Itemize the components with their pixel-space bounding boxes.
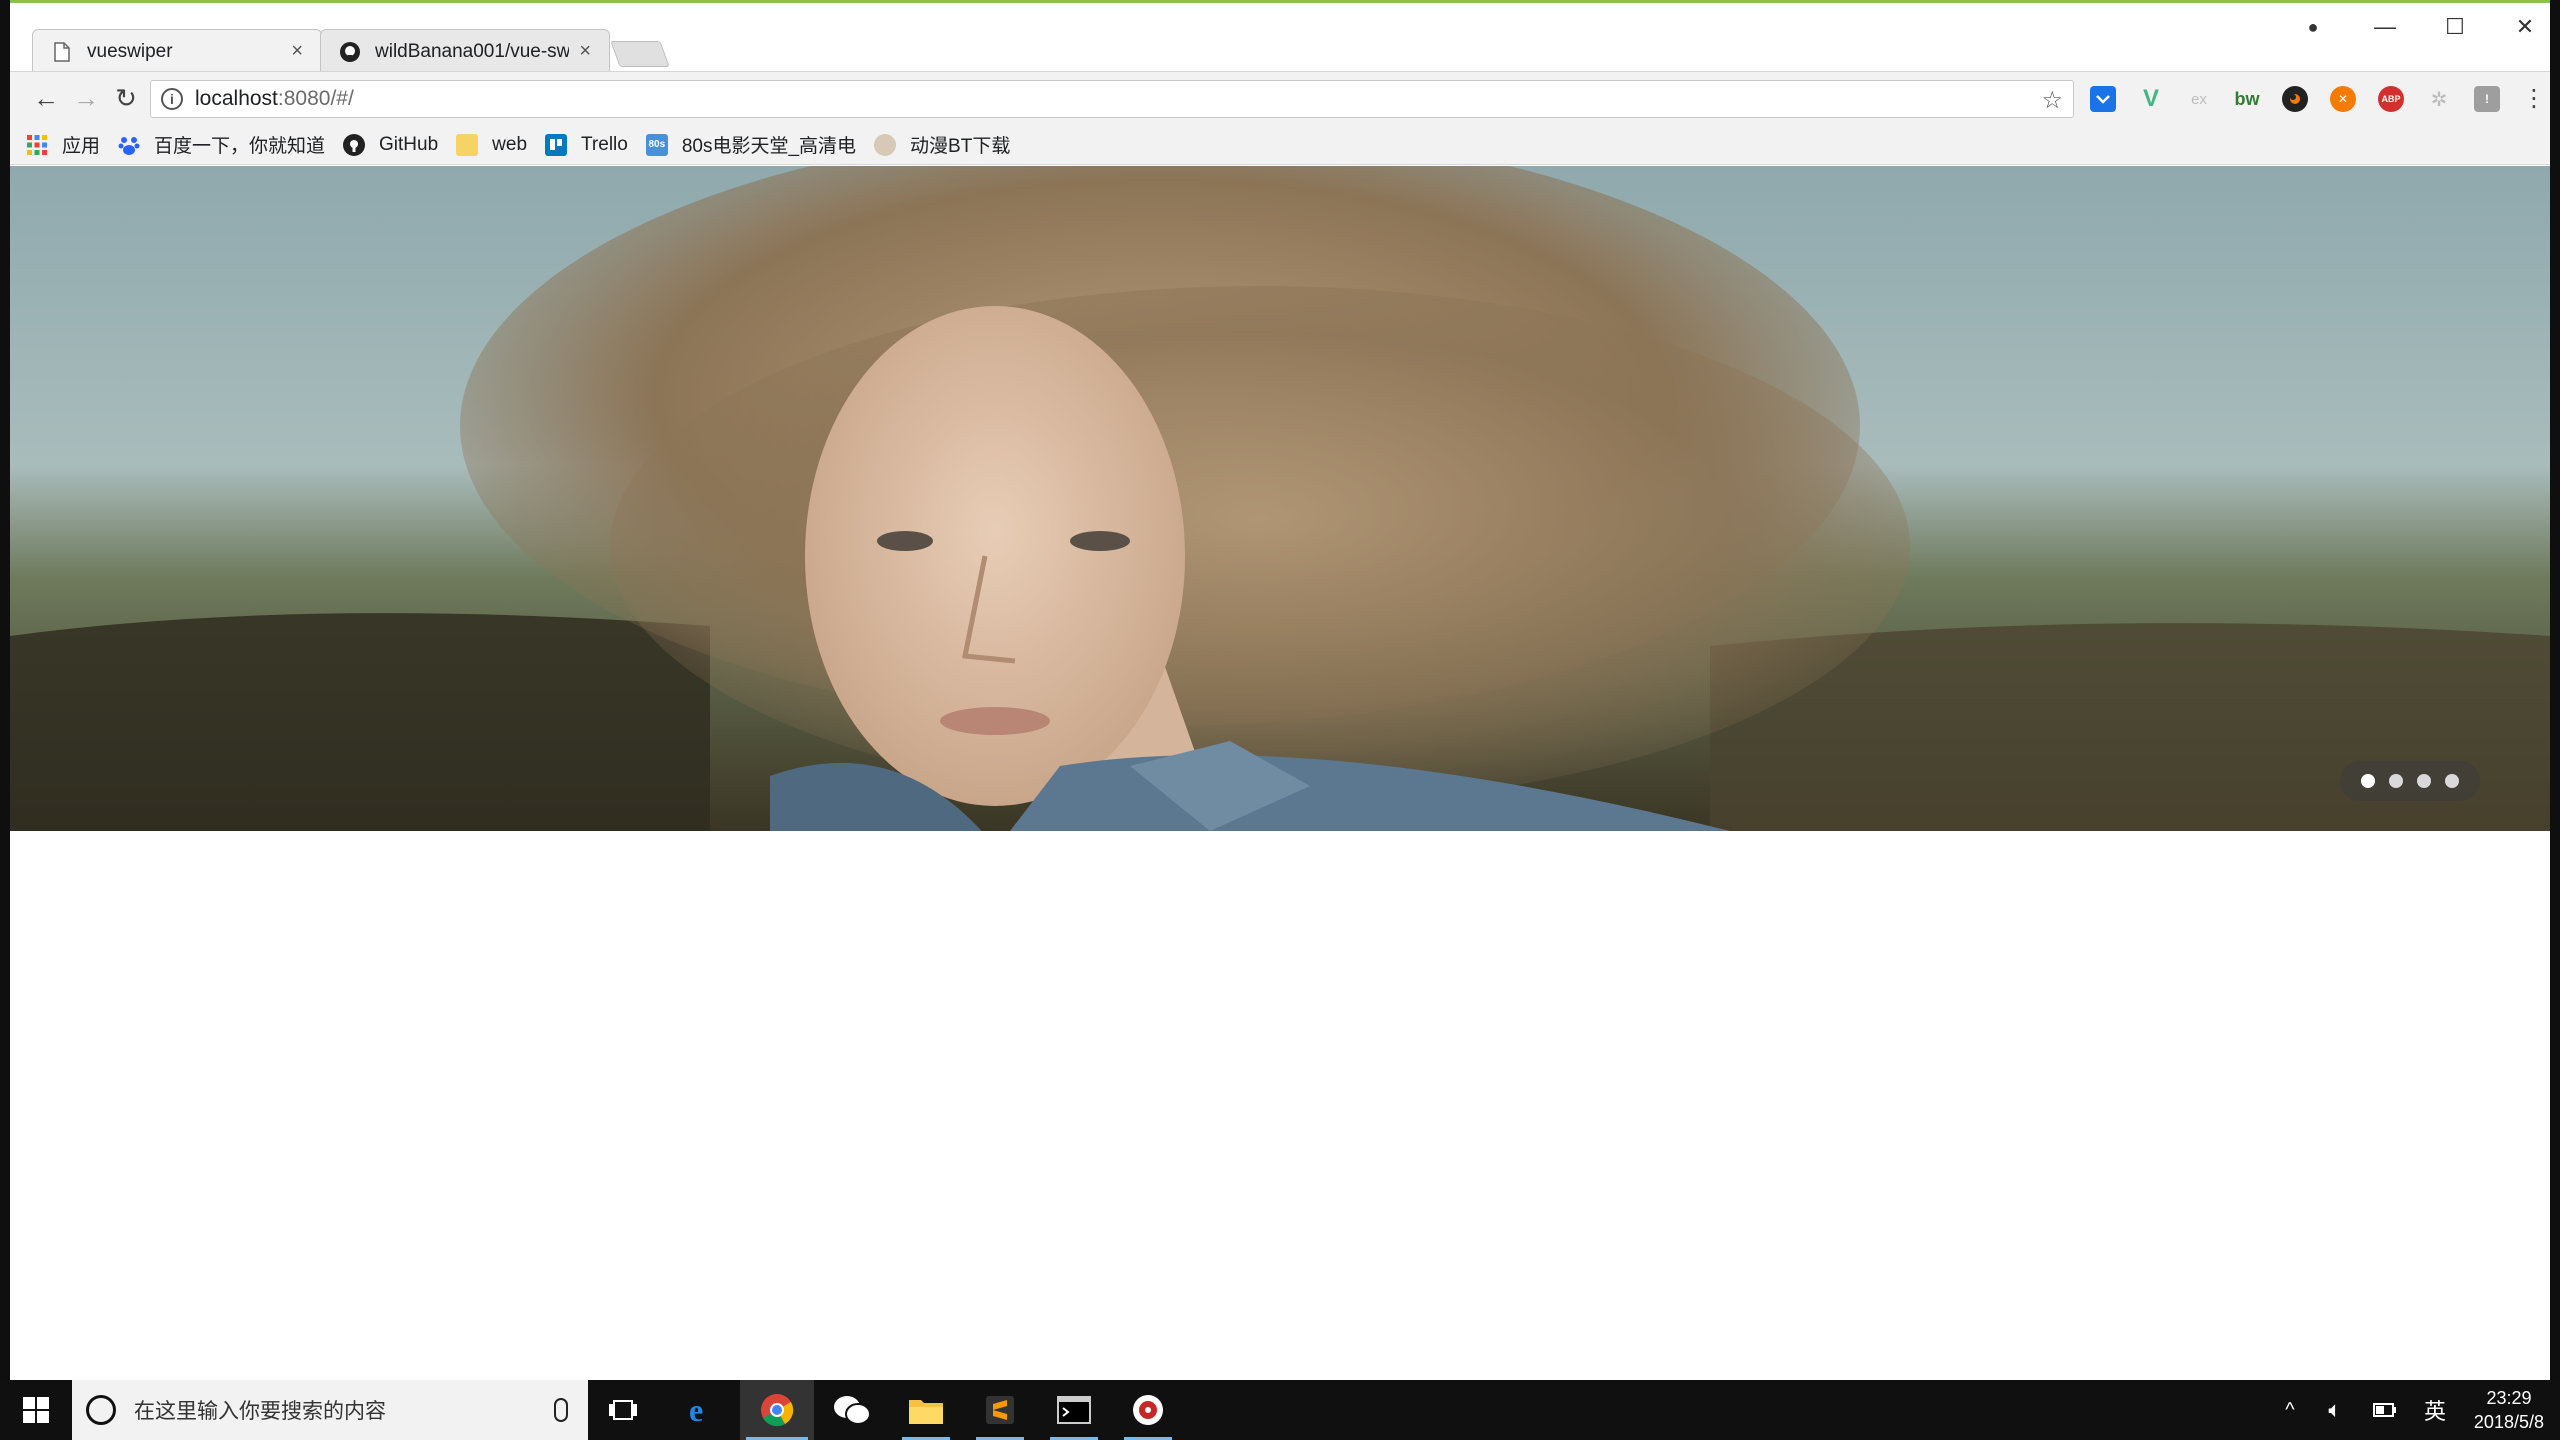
shield-ext-icon[interactable]: ! [2474,86,2500,112]
chrome-icon[interactable] [740,1380,814,1440]
chrome-menu-icon[interactable]: ⋮ [2516,80,2550,116]
sublime-icon[interactable] [970,1380,1030,1440]
trello-icon [545,133,568,156]
page-viewport [10,166,2550,1380]
minimize-button[interactable]: — [2350,7,2420,47]
media-player-icon[interactable] [1118,1380,1178,1440]
tab-github[interactable]: wildBanana001/vue-sw × [320,29,610,73]
80s-icon: 80s [645,133,668,156]
volume-icon[interactable]: 🔈︎ [2310,1397,2360,1423]
adblock-icon[interactable]: ABP [2378,86,2404,112]
bw-icon[interactable]: bw [2234,86,2260,112]
tab-close-button[interactable]: × [291,40,303,63]
baidu-icon [118,134,140,156]
terminal-icon[interactable] [1044,1380,1104,1440]
tab-close-button[interactable]: × [579,40,591,63]
ex-icon[interactable]: ex [2186,86,2212,112]
taskbar-search-box[interactable]: 在这里输入你要搜索的内容 [72,1380,588,1440]
bookmarks-bar: 应用 百度一下，你就知道 GitHub web Trello 80s 80s电影… [10,125,2550,165]
svg-text:e: e [689,1393,703,1427]
browser-window: vueswiper × wildBanana001/vue-sw × ● — ☐… [10,0,2550,1380]
bookmark-trello[interactable]: Trello [545,133,628,156]
pagination-bullet[interactable] [2389,774,2403,788]
start-button[interactable] [0,1380,72,1440]
pocket-icon[interactable] [2090,86,2116,112]
ime-indicator[interactable]: 英 [2410,1394,2460,1426]
bookmark-web-folder[interactable]: web [456,133,528,156]
bookmark-label: 80s电影天堂_高清电 [681,136,857,157]
flame-icon[interactable] [2282,86,2308,112]
chevron-up-icon[interactable]: ^ [2270,1399,2310,1422]
url-path: :8080/#/ [277,87,354,110]
close-window-button[interactable]: ✕ [2490,7,2550,47]
bookmark-label: web [492,133,528,155]
desktop: vueswiper × wildBanana001/vue-sw × ● — ☐… [0,0,2560,1440]
pagination-bullet[interactable] [2361,774,2375,788]
swiper-pagination [2340,761,2480,801]
cortana-icon [86,1395,116,1425]
pagination-bullet[interactable] [2417,774,2431,788]
pagination-bullet[interactable] [2445,774,2459,788]
bookmark-label: 百度一下，你就知道 [154,136,326,157]
system-tray: ^ 🔈︎ 英 [2270,1380,2460,1440]
orange-x-icon[interactable]: ✕ [2330,86,2356,112]
maximize-button[interactable]: ☐ [2420,7,2490,47]
folder-icon [456,133,479,156]
gear-ext-icon[interactable]: ✲ [2426,86,2452,112]
bookmark-label: Trello [581,133,628,155]
bookmark-80s[interactable]: 80s 80s电影天堂_高清电 [645,131,857,158]
edge-icon[interactable]: e [676,1380,726,1440]
search-placeholder: 在这里输入你要搜索的内容 [134,1400,386,1423]
bookmark-label: 动漫BT下载 [910,136,1011,157]
clock-date: 2018/5/8 [2473,1412,2544,1432]
address-bar[interactable]: i localhost:8080/#/ ☆ [150,80,2074,118]
github-icon [339,41,361,63]
bookmark-anime-bt[interactable]: 动漫BT下载 [874,131,1010,158]
new-tab-button[interactable] [610,41,670,67]
file-explorer-icon[interactable] [896,1380,956,1440]
anime-icon [874,133,897,156]
back-button[interactable]: ← [28,80,64,116]
bookmark-label: 应用 [62,136,101,157]
task-view-icon[interactable] [598,1380,648,1440]
vue-devtools-icon[interactable]: V [2138,85,2164,112]
clock-time: 23:29 [2486,1388,2532,1408]
page-icon [51,41,73,63]
bookmark-github[interactable]: GitHub [343,133,439,156]
apps-icon [26,134,48,156]
bookmark-apps[interactable]: 应用 [26,131,100,158]
tab-title: vueswiper [87,40,173,62]
tab-vueswiper[interactable]: vueswiper × [32,29,322,73]
bookmark-label: GitHub [379,133,439,155]
wechat-icon[interactable] [822,1380,882,1440]
reload-button[interactable]: ↻ [108,80,144,116]
info-icon[interactable]: i [161,88,183,110]
bookmark-star-icon[interactable]: ☆ [2041,86,2063,115]
swiper-carousel[interactable] [10,166,2550,831]
profile-icon[interactable]: ● [2278,7,2348,47]
github-icon [343,133,366,156]
browser-toolbar: ← → ↻ i localhost:8080/#/ ☆ V ex bw ✕ AB… [10,71,2550,125]
url-host: localhost [195,87,278,110]
tab-strip: vueswiper × wildBanana001/vue-sw × ● — ☐… [10,3,2550,73]
bookmark-baidu[interactable]: 百度一下，你就知道 [118,131,325,158]
windows-logo-icon [23,1397,49,1423]
taskbar-clock[interactable]: 23:29 2018/5/8 [2474,1386,2544,1434]
windows-taskbar: 在这里输入你要搜索的内容 e ^ 🔈︎ 英 23:29 2018/5/8 [0,1380,2560,1440]
microphone-icon[interactable] [554,1398,568,1422]
slide-photo [10,166,2550,831]
battery-icon[interactable] [2360,1403,2410,1417]
tab-title: wildBanana001/vue-sw [375,40,570,62]
forward-button[interactable]: → [68,80,104,116]
